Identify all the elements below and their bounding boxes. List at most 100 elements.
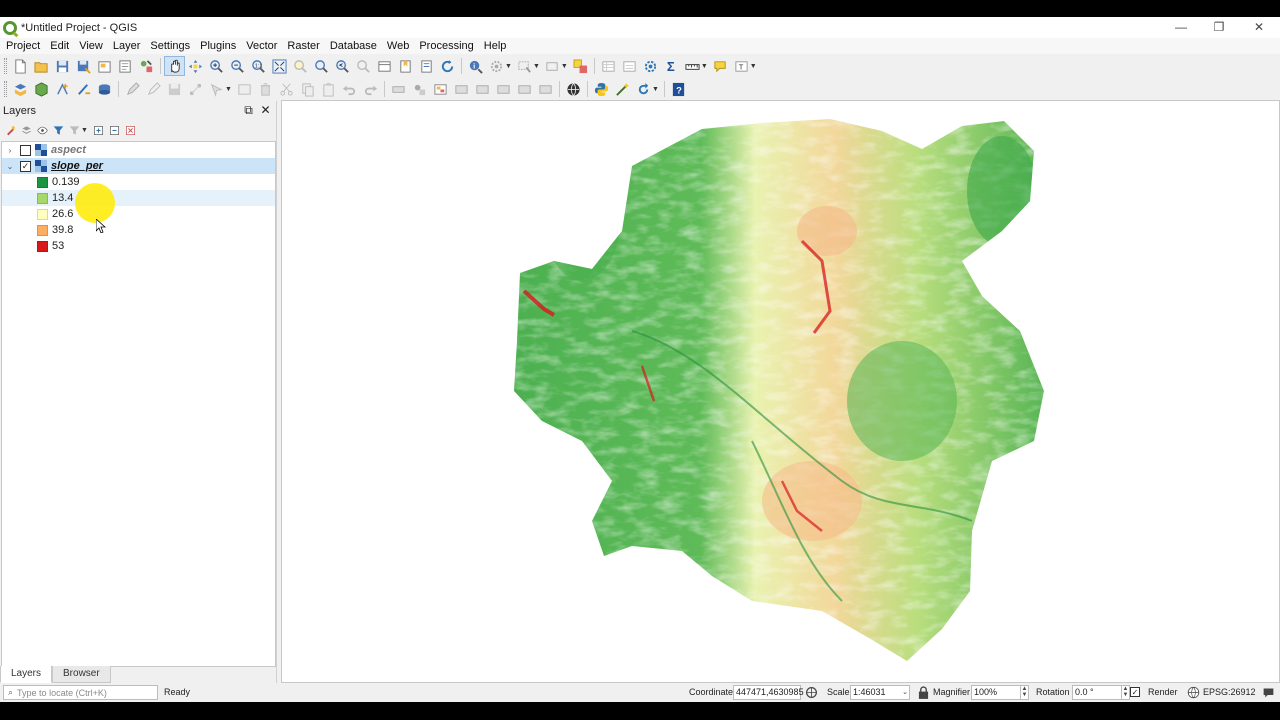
save-layer-edits-button[interactable] xyxy=(164,79,185,99)
add-group-button[interactable] xyxy=(19,123,33,137)
label-toolbar-button[interactable] xyxy=(388,79,409,99)
data-source-manager-button[interactable] xyxy=(10,79,31,99)
measure-line-button[interactable] xyxy=(682,56,703,76)
float-panel-button[interactable]: ⧉ xyxy=(242,104,255,117)
spin-arrows-icon[interactable]: ▲ ▼ xyxy=(1121,686,1129,699)
menu-edit[interactable]: Edit xyxy=(45,40,74,52)
coordinate-field[interactable]: 447471,4630985 xyxy=(733,685,804,700)
show-hide-labels-button[interactable] xyxy=(535,79,556,99)
menu-web[interactable]: Web xyxy=(382,40,414,52)
menu-vector[interactable]: Vector xyxy=(241,40,282,52)
zoom-full-button[interactable] xyxy=(269,56,290,76)
manage-map-themes-button[interactable] xyxy=(35,123,49,137)
crs-label[interactable]: EPSG:26912 xyxy=(1203,687,1256,697)
map-canvas[interactable] xyxy=(281,100,1280,683)
menu-processing[interactable]: Processing xyxy=(414,40,478,52)
new-print-layout-button[interactable] xyxy=(94,56,115,76)
deselect-all-button[interactable] xyxy=(570,56,591,76)
open-field-calculator-button[interactable] xyxy=(619,56,640,76)
expand-arrow-icon[interactable]: › xyxy=(4,146,16,155)
globe-plugin-button[interactable] xyxy=(563,79,584,99)
filter-legend-button[interactable] xyxy=(51,123,65,137)
collapse-all-button[interactable] xyxy=(108,123,122,137)
scale-combobox[interactable]: 1:46031 ⌄ xyxy=(850,685,910,700)
select-by-value-button[interactable] xyxy=(542,56,563,76)
menu-plugins[interactable]: Plugins xyxy=(195,40,241,52)
layer-item-slope-per[interactable]: ⌄ ✓ slope_per xyxy=(2,158,275,174)
open-project-button[interactable] xyxy=(31,56,52,76)
render-checkbox[interactable]: ✓ xyxy=(1130,687,1140,697)
zoom-native-button[interactable]: 1:1 xyxy=(248,56,269,76)
zoom-last-button[interactable] xyxy=(332,56,353,76)
layer-visibility-checkbox[interactable]: ✓ xyxy=(20,160,31,172)
collapse-arrow-icon[interactable]: ⌄ xyxy=(4,162,16,171)
delete-selected-button[interactable] xyxy=(255,79,276,99)
remove-layer-button[interactable] xyxy=(124,123,138,137)
tab-browser[interactable]: Browser xyxy=(52,666,111,683)
zoom-to-selection-button[interactable] xyxy=(290,56,311,76)
expand-all-button[interactable] xyxy=(92,123,106,137)
menu-raster[interactable]: Raster xyxy=(282,40,324,52)
rotate-label-button[interactable] xyxy=(493,79,514,99)
python-console-button[interactable] xyxy=(591,79,612,99)
current-edits-button[interactable] xyxy=(122,79,143,99)
minimize-button[interactable]: — xyxy=(1162,17,1200,38)
undo-button[interactable] xyxy=(339,79,360,99)
legend-item[interactable]: 0.139 xyxy=(2,174,275,190)
move-label-button[interactable] xyxy=(472,79,493,99)
legend-item[interactable]: 26.6 xyxy=(2,206,275,222)
new-virtual-layer-button[interactable] xyxy=(94,79,115,99)
zoom-to-layer-button[interactable] xyxy=(311,56,332,76)
chevron-down-icon[interactable]: ▼ xyxy=(81,127,88,134)
change-label-button[interactable] xyxy=(514,79,535,99)
pan-map-button[interactable] xyxy=(164,56,185,76)
zoom-in-button[interactable] xyxy=(206,56,227,76)
magnifier-spinbox[interactable]: 100% ▲ ▼ xyxy=(971,685,1029,700)
close-panel-button[interactable]: ✕ xyxy=(259,104,272,117)
identify-features-button[interactable]: i xyxy=(465,56,486,76)
map-tips-button[interactable] xyxy=(710,56,731,76)
highlight-labels-button[interactable] xyxy=(451,79,472,99)
chevron-down-icon[interactable]: ⌄ xyxy=(901,686,909,699)
zoom-next-button[interactable] xyxy=(353,56,374,76)
select-features-button[interactable] xyxy=(514,56,535,76)
layer-item-aspect[interactable]: › aspect xyxy=(2,142,275,158)
spin-arrows-icon[interactable]: ▲ ▼ xyxy=(1020,686,1028,699)
copy-features-button[interactable] xyxy=(297,79,318,99)
filter-by-expression-button[interactable] xyxy=(67,123,81,137)
redo-button[interactable] xyxy=(360,79,381,99)
open-attribute-table-button[interactable] xyxy=(598,56,619,76)
legend-item[interactable]: 13.4 xyxy=(2,190,275,206)
menu-database[interactable]: Database xyxy=(325,40,382,52)
toggle-editing-button[interactable] xyxy=(143,79,164,99)
menu-project[interactable]: Project xyxy=(0,40,45,52)
paste-features-button[interactable] xyxy=(318,79,339,99)
new-project-button[interactable] xyxy=(10,56,31,76)
menu-layer[interactable]: Layer xyxy=(108,40,146,52)
toggle-extents-icon[interactable] xyxy=(805,686,818,702)
plugin-tool-button[interactable] xyxy=(612,79,633,99)
temporal-controller-button[interactable] xyxy=(395,56,416,76)
layer-labeling-button[interactable] xyxy=(430,79,451,99)
zoom-out-button[interactable] xyxy=(227,56,248,76)
help-contents-button[interactable]: ? xyxy=(668,79,689,99)
toolbox-button[interactable] xyxy=(640,56,661,76)
menu-help[interactable]: Help xyxy=(479,40,512,52)
menu-settings[interactable]: Settings xyxy=(145,40,195,52)
layer-visibility-checkbox[interactable] xyxy=(20,144,31,156)
lock-scale-button[interactable] xyxy=(918,686,929,702)
save-as-button[interactable] xyxy=(73,56,94,76)
rotation-spinbox[interactable]: 0.0 ° ▲ ▼ xyxy=(1072,685,1130,700)
cut-features-button[interactable] xyxy=(276,79,297,99)
restore-button[interactable]: ❐ xyxy=(1200,17,1238,38)
refresh-button[interactable] xyxy=(437,56,458,76)
legend-item[interactable]: 39.8 xyxy=(2,222,275,238)
modify-attributes-button[interactable] xyxy=(234,79,255,99)
locator-search-input[interactable]: ⌕ Type to locate (Ctrl+K) xyxy=(3,685,158,700)
legend-item[interactable]: 53 xyxy=(2,238,275,254)
messages-button[interactable] xyxy=(1262,686,1275,702)
crs-button[interactable] xyxy=(1187,686,1200,702)
toolbar-grip[interactable] xyxy=(4,81,7,97)
show-bookmarks-button[interactable] xyxy=(416,56,437,76)
layout-manager-button[interactable] xyxy=(115,56,136,76)
